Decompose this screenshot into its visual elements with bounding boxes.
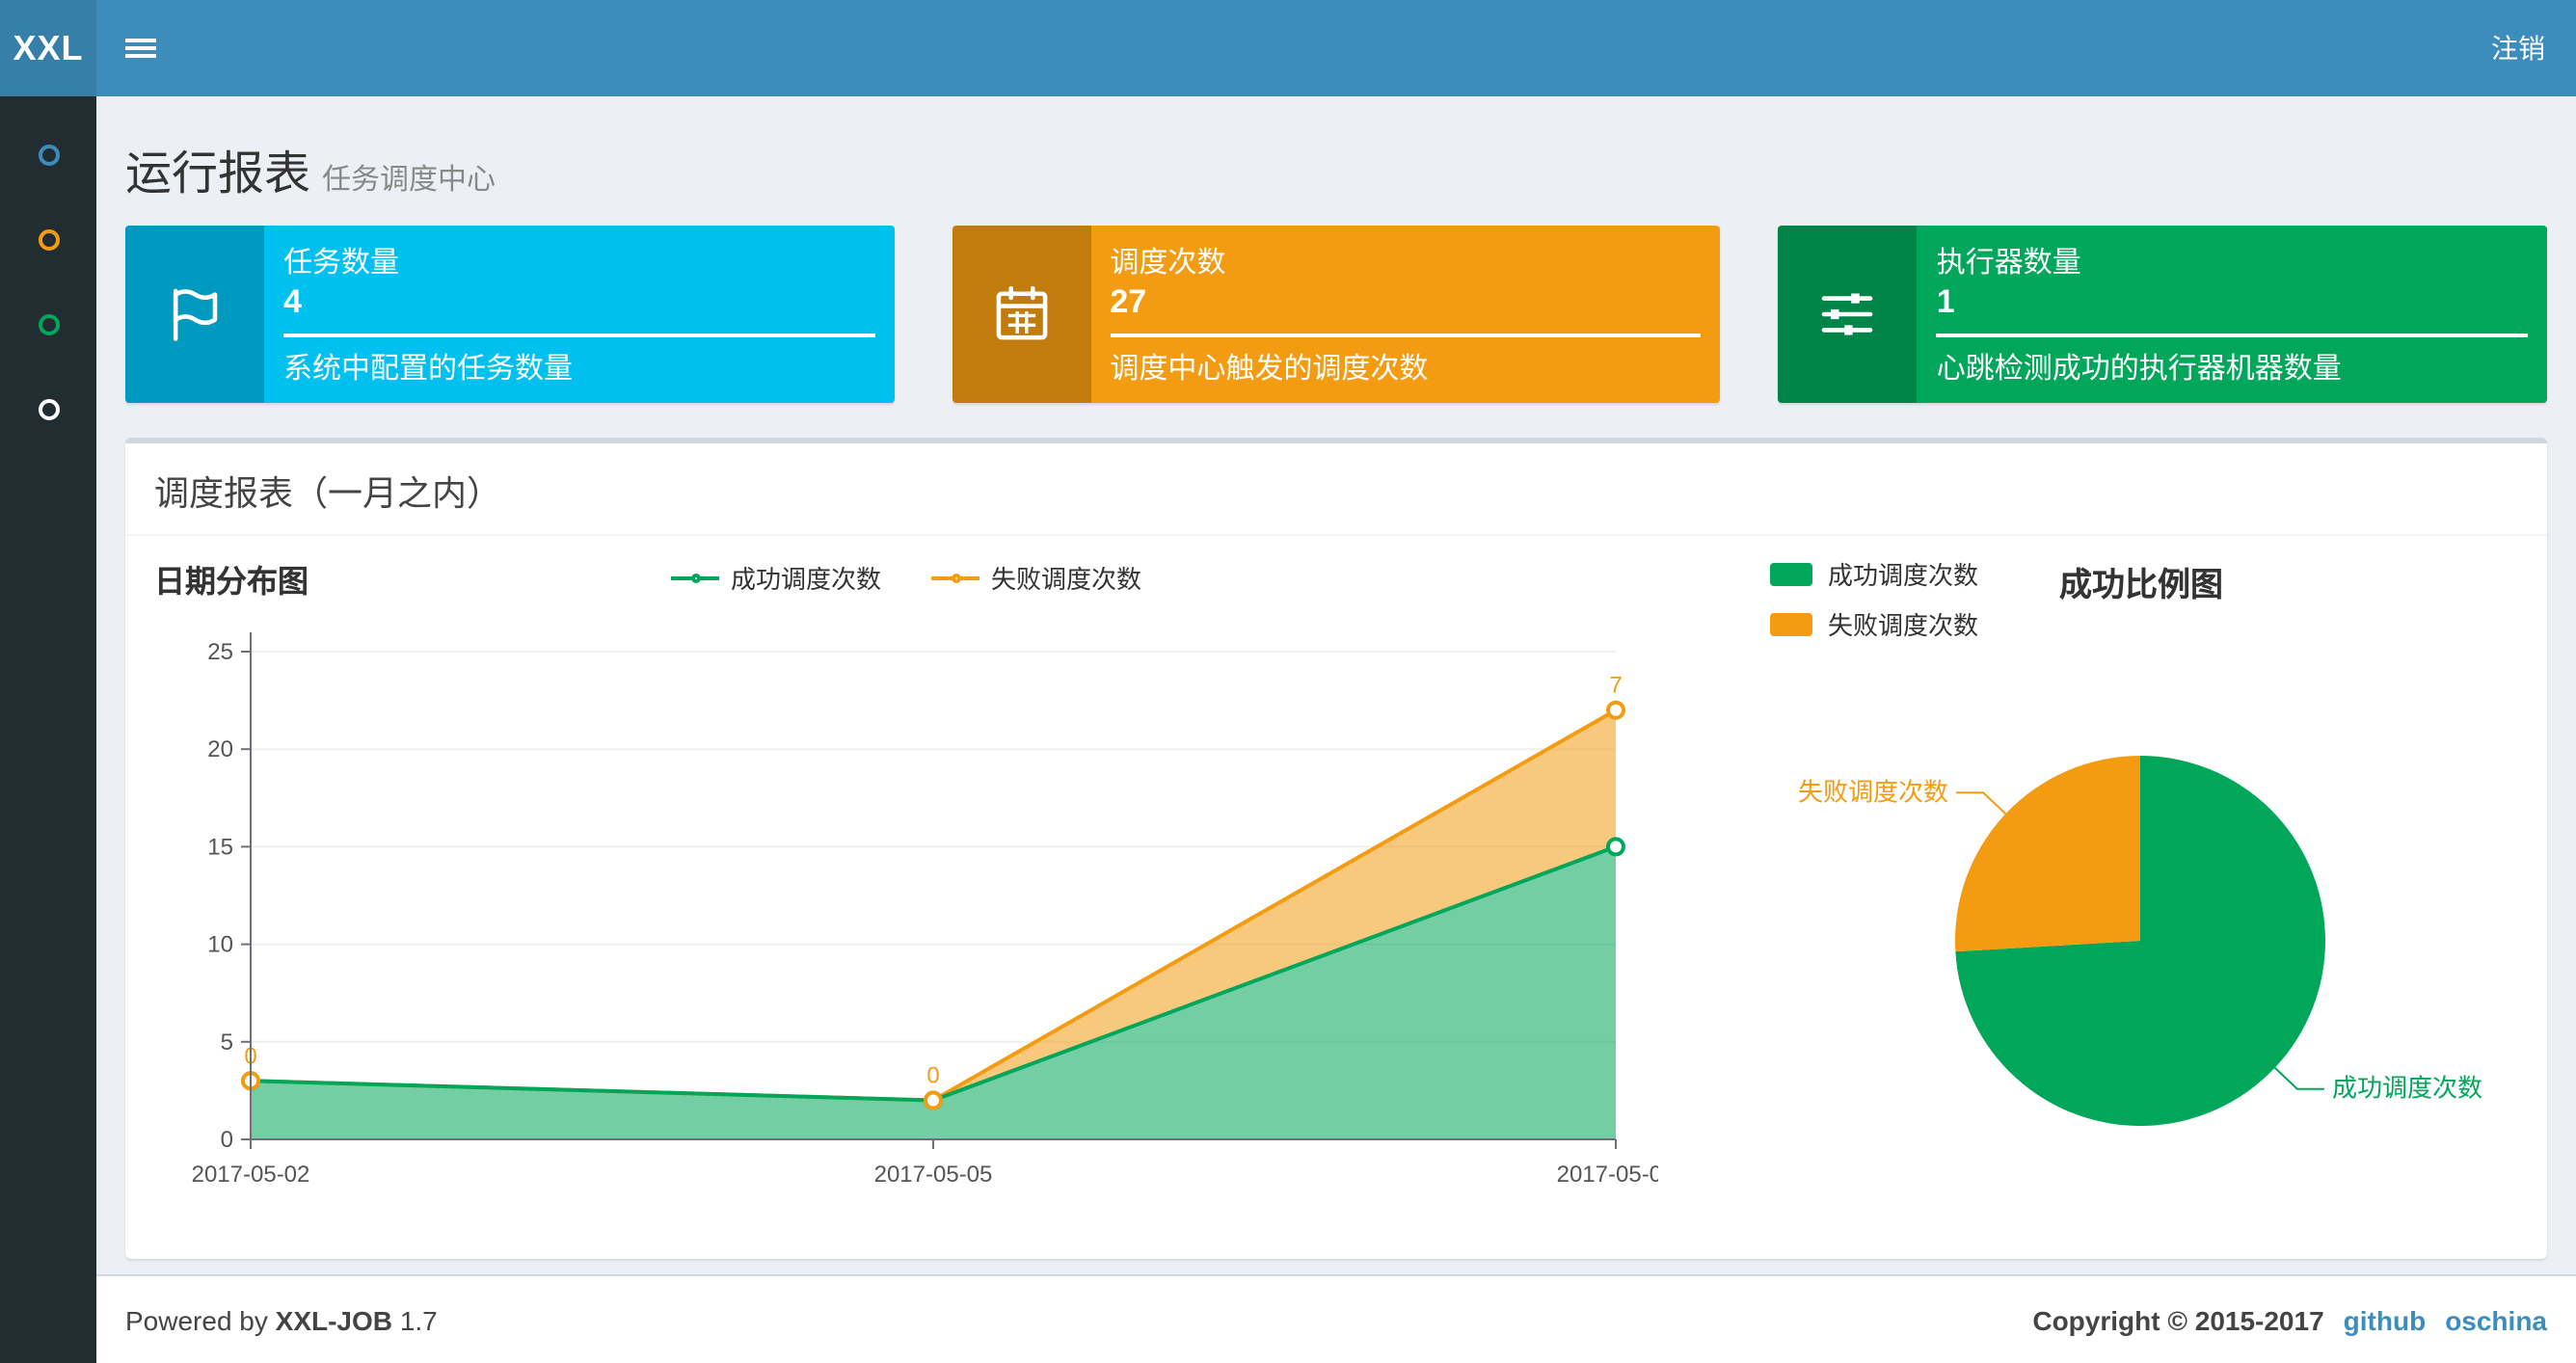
x-tick-label: 2017-05-05: [874, 1162, 993, 1188]
pie-label: 成功调度次数: [2332, 1074, 2482, 1103]
legend-line-marker: [931, 573, 979, 582]
y-tick-label: 20: [207, 736, 233, 762]
info-box-row: 任务数量 4 系统中配置的任务数量 调度次数 27 调度中心触发的调度次数 执行…: [125, 226, 2548, 403]
footer-brand: XXL-JOB: [275, 1304, 393, 1335]
sidebar-item-1[interactable]: [0, 112, 96, 197]
info-box-value: 1: [1936, 283, 1955, 320]
fail-point-label: 0: [926, 1063, 939, 1089]
info-box-content: 执行器数量 1 心跳检测成功的执行器机器数量: [1918, 226, 2547, 403]
progress-bar: [1936, 334, 2529, 337]
footer-version: 1.7: [399, 1304, 438, 1335]
legend-label: 失败调度次数: [991, 565, 1142, 594]
info-box-description: 调度中心触发的调度次数: [1110, 353, 1429, 386]
panel-body: 日期分布图 成功调度次数 失败调度次数 0 7 0 5 10 15 20 25 …: [125, 536, 2547, 1259]
fail-point: [1606, 700, 1625, 720]
panel-title: 调度报表（一月之内）: [154, 474, 501, 513]
y-tick-label: 0: [221, 1127, 233, 1153]
footer-copyright: Copyright © 2015-2017 github oschina: [2032, 1304, 2547, 1335]
success-point: [1606, 837, 1625, 857]
line-chart-header: 日期分布图 成功调度次数 失败调度次数: [154, 555, 1658, 609]
circle-icon: [38, 144, 59, 165]
info-box-description: 心跳检测成功的执行器机器数量: [1936, 353, 2342, 386]
line-chart-canvas: 00705101520252017-05-022017-05-052017-05…: [192, 632, 1675, 1188]
sidebar: [0, 96, 96, 1363]
info-box-triggers: 调度次数 27 调度中心触发的调度次数: [952, 226, 1721, 403]
fail-point: [924, 1090, 943, 1110]
footer-powered-by: Powered by XXL-JOB 1.7: [125, 1304, 438, 1335]
info-box-content: 任务数量 4 系统中配置的任务数量: [264, 226, 894, 403]
legend-item-success[interactable]: 成功调度次数: [670, 559, 881, 596]
circle-icon: [38, 313, 59, 334]
progress-bar: [1110, 334, 1702, 337]
pie-chart-canvas: 成功调度次数 失败调度次数: [1798, 756, 2482, 1126]
content: 运行报表 任务调度中心 任务数量 4 系统中配置的任务数量 调度次数 27 调度…: [96, 96, 2576, 1274]
x-tick-label: 2017-05-08: [1557, 1162, 1658, 1188]
sidebar-item-2[interactable]: [0, 197, 96, 281]
line-chart-title: 日期分布图: [154, 567, 309, 600]
legend-line-marker: [670, 573, 719, 582]
info-box-content: 调度次数 27 调度中心触发的调度次数: [1090, 226, 1720, 403]
flag-icon: [125, 226, 264, 403]
page-title: 运行报表 任务调度中心: [125, 148, 496, 200]
main-area: 运行报表 任务调度中心 任务数量 4 系统中配置的任务数量 调度次数 27 调度…: [96, 96, 2576, 1363]
sliders-icon: [1778, 226, 1918, 403]
success-ratio-chart: 成功调度次数 失败调度次数 成功比例图 成功调度次数 失败调度次数: [1658, 555, 2518, 1230]
info-box-value: 27: [1110, 283, 1147, 320]
xxl-job-dashboard: XXL 注销 运行报表 任务调度中心 任务数量 4 系统中配置的任务数量 调度次…: [0, 0, 2576, 1363]
footer: Powered by XXL-JOB 1.7 Copyright © 2015-…: [96, 1274, 2576, 1363]
calendar-icon: [952, 226, 1091, 403]
fail-point-label: 7: [1609, 673, 1622, 699]
pie-label-line: [2271, 1064, 2324, 1090]
circle-icon: [38, 228, 59, 250]
info-box-jobs: 任务数量 4 系统中配置的任务数量: [125, 226, 895, 403]
logout-link[interactable]: 注销: [2460, 0, 2576, 96]
sidebar-item-4[interactable]: [0, 366, 96, 451]
x-tick-label: 2017-05-02: [192, 1162, 310, 1188]
sidebar-item-3[interactable]: [0, 281, 96, 366]
y-tick-label: 5: [221, 1029, 233, 1056]
info-box-executors: 执行器数量 1 心跳检测成功的执行器机器数量: [1778, 226, 2548, 403]
legend-label: 成功调度次数: [730, 565, 881, 594]
pie-label-line: [1956, 791, 2009, 817]
progress-bar: [283, 334, 875, 337]
sidebar-toggle-button[interactable]: [96, 0, 183, 96]
legend-item-fail[interactable]: 失败调度次数: [931, 559, 1141, 596]
line-chart-legend: 成功调度次数 失败调度次数: [670, 559, 1141, 596]
app-logo[interactable]: XXL: [0, 0, 96, 96]
date-distribution-chart: 日期分布图 成功调度次数 失败调度次数 0 7 0 5 10 15 20 25 …: [154, 555, 1675, 1236]
github-link[interactable]: github: [2344, 1304, 2427, 1335]
hamburger-icon: [124, 35, 155, 62]
info-box-title: 任务数量: [283, 247, 400, 280]
info-box-title: 调度次数: [1110, 247, 1226, 280]
info-box-description: 系统中配置的任务数量: [283, 353, 574, 386]
report-panel: 调度报表（一月之内） 日期分布图 成功调度次数 失败调度次数 0 7 0 5 1…: [125, 438, 2547, 1259]
circle-icon: [38, 398, 59, 419]
info-box-title: 执行器数量: [1936, 247, 2081, 280]
content-header: 运行报表 任务调度中心: [125, 116, 2547, 226]
info-box-value: 4: [283, 283, 302, 320]
y-tick-label: 10: [207, 932, 233, 958]
panel-header: 调度报表（一月之内）: [125, 443, 2547, 536]
pie-label: 失败调度次数: [1798, 777, 1948, 806]
oschina-link[interactable]: oschina: [2445, 1304, 2547, 1335]
top-navbar: XXL 注销: [0, 0, 2576, 96]
y-tick-label: 25: [207, 639, 233, 665]
y-tick-label: 15: [207, 834, 233, 860]
pie-slice: [1954, 756, 2140, 952]
page-subtitle: 任务调度中心: [322, 164, 496, 197]
